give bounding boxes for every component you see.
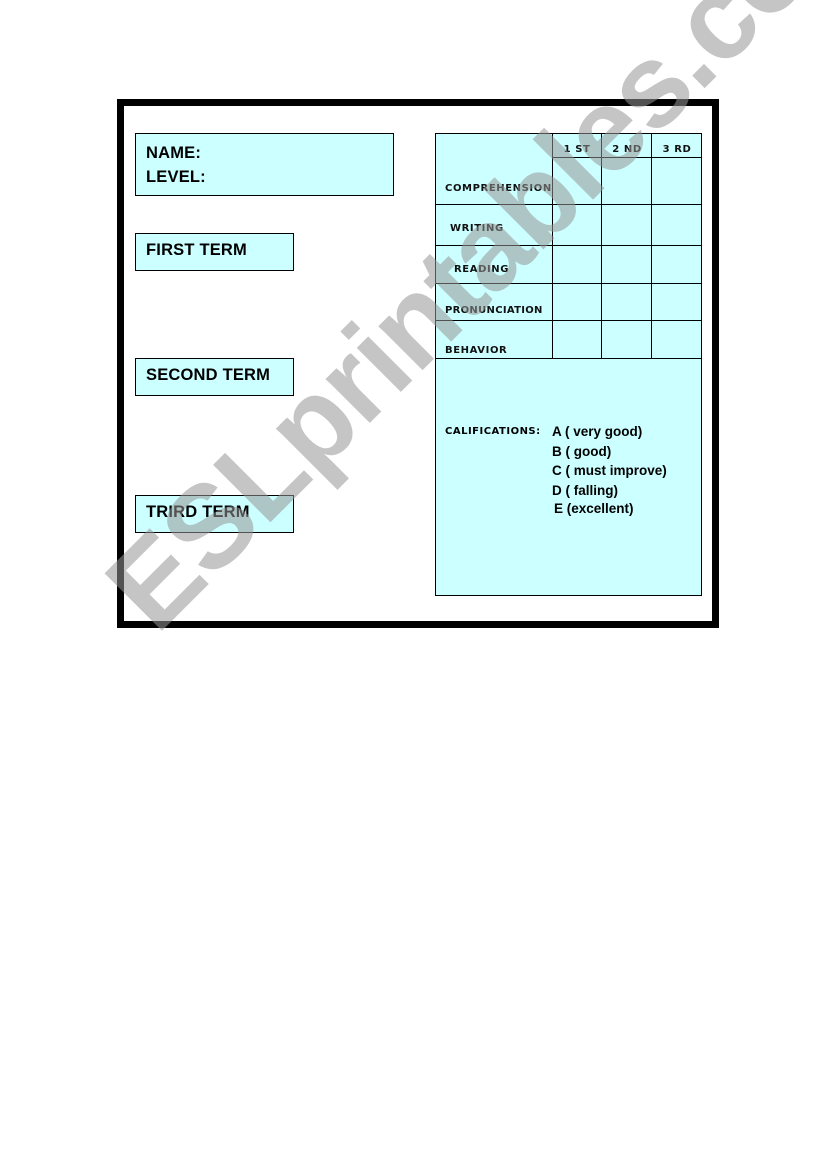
qualification-a: A ( very good) xyxy=(552,424,643,439)
row-label-pronunciation: PRONUNCIATION xyxy=(445,305,543,316)
qualification-d: D ( falling) xyxy=(552,483,618,498)
column-header-3rd: 3 RD xyxy=(662,144,692,155)
row-label-behavior: BEHAVIOR xyxy=(445,345,508,356)
row-label-writing: WRITING xyxy=(450,223,504,234)
row-label-reading: READING xyxy=(454,264,510,275)
qualification-b: B ( good) xyxy=(552,444,612,459)
third-term-label: TRIRD TERM xyxy=(135,495,294,533)
name-label: NAME: xyxy=(146,144,202,162)
first-term-label: FIRST TERM xyxy=(135,233,294,271)
row-label-comprehension: COMPREHENSION xyxy=(445,183,552,194)
student-info-box: NAME: LEVEL: xyxy=(135,133,394,196)
grades-table: 1 ST 2 ND 3 RD COMPREHENSION WRITING REA… xyxy=(435,133,702,596)
level-label: LEVEL: xyxy=(146,168,206,186)
column-header-2nd: 2 ND xyxy=(612,144,642,155)
qualification-e: E (excellent) xyxy=(554,501,634,516)
qualifications-title: CALIFICATIONS: xyxy=(445,426,541,437)
column-header-1st: 1 ST xyxy=(563,144,591,155)
second-term-label: SECOND TERM xyxy=(135,358,294,396)
qualification-c: C ( must improve) xyxy=(552,463,667,478)
